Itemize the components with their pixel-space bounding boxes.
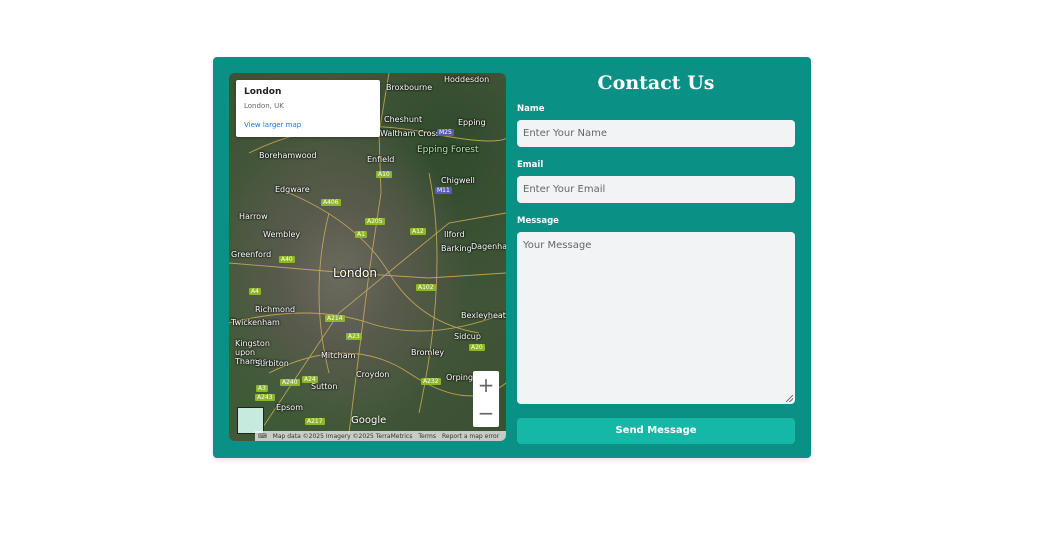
resize-handle-icon[interactable] [786,395,793,402]
road-shield: A24 [302,376,318,383]
road-shield: M11 [435,187,452,194]
road-shield: A102 [416,284,436,291]
zoom-out-button[interactable]: − [473,399,499,427]
road-shield: A205 [365,218,385,225]
map-label: Richmond [255,305,296,314]
map-type-toggle[interactable] [237,407,264,434]
message-textarea[interactable]: Your Message [517,232,795,404]
google-logo: Google [351,415,387,426]
keyboard-icon[interactable]: ⌨ [258,433,267,440]
message-placeholder: Your Message [523,240,592,251]
message-label: Message [517,216,559,226]
report-error-link[interactable]: Report a map error [442,433,499,440]
road-shield: A406 [321,199,341,206]
road-shield: A243 [255,394,275,401]
map-info-card: London London, UK View larger map [236,80,380,137]
map-label: Broxbourne [386,83,433,92]
send-message-button[interactable]: Send Message [517,418,795,444]
road-shield: M25 [437,129,454,136]
contact-card: Hoddesdon Broxbourne Cheshunt Waltham Cr… [213,57,811,458]
road-shield: A240 [280,379,300,386]
map-label: Ilford [444,230,465,239]
map-attribution: ⌨ Map data ©2025 Imagery ©2025 TerraMetr… [255,431,506,441]
email-input[interactable]: Enter Your Email [517,176,795,203]
road-shield: A3 [256,385,268,392]
road-shield: A1 [355,231,367,238]
map-label-london: London [333,266,377,280]
place-subtitle: London, UK [244,102,284,110]
map-label: Waltham Cross [380,129,440,138]
road-shield: A20 [469,344,485,351]
terms-link[interactable]: Terms [418,433,436,440]
map-label: Epping [458,118,486,127]
map-label: Epping Forest [417,145,479,155]
road-shield: A4 [249,288,261,295]
map-label: Twickenham [231,318,280,327]
place-title: London [244,87,282,97]
map-data-credit: Map data ©2025 Imagery ©2025 TerraMetric… [272,432,413,440]
zoom-controls: + − [473,371,499,427]
map-label: Mitcham [321,351,356,360]
map-label: Chigwell [441,176,475,185]
map-label: Bromley [411,348,445,357]
road-shield: A217 [305,418,325,425]
email-label: Email [517,160,544,170]
page-title: Contact Us [597,72,715,94]
road-shield: A214 [325,315,345,322]
road-shield: A40 [279,256,295,263]
road-shield: A12 [410,228,426,235]
map-label: Borehamwood [259,151,317,160]
view-larger-map-link[interactable]: View larger map [244,121,301,129]
map-label: Sutton [311,382,338,391]
map-label: Greenford [231,250,272,259]
road-shield: A10 [376,171,392,178]
map-label: Epsom [276,403,303,412]
name-label: Name [517,104,545,114]
road-shield: A23 [346,333,362,340]
map-label: Surbiton [255,359,289,368]
map-label: Bexleyheath [461,311,506,320]
map-label: Croydon [356,370,390,379]
road-shield: A232 [421,378,441,385]
map-label: Dagenham [471,242,506,251]
zoom-in-button[interactable]: + [473,371,499,399]
map-label: Enfield [367,155,395,164]
map-label: Harrow [239,212,268,221]
map-label: Edgware [275,185,310,194]
map-label: Sidcup [454,332,481,341]
map-label: Hoddesdon [444,75,490,84]
map-embed[interactable]: Hoddesdon Broxbourne Cheshunt Waltham Cr… [229,73,506,441]
name-input[interactable]: Enter Your Name [517,120,795,147]
map-label: Wembley [263,230,301,239]
map-label: Cheshunt [384,115,423,124]
map-label: Barking [441,244,472,253]
